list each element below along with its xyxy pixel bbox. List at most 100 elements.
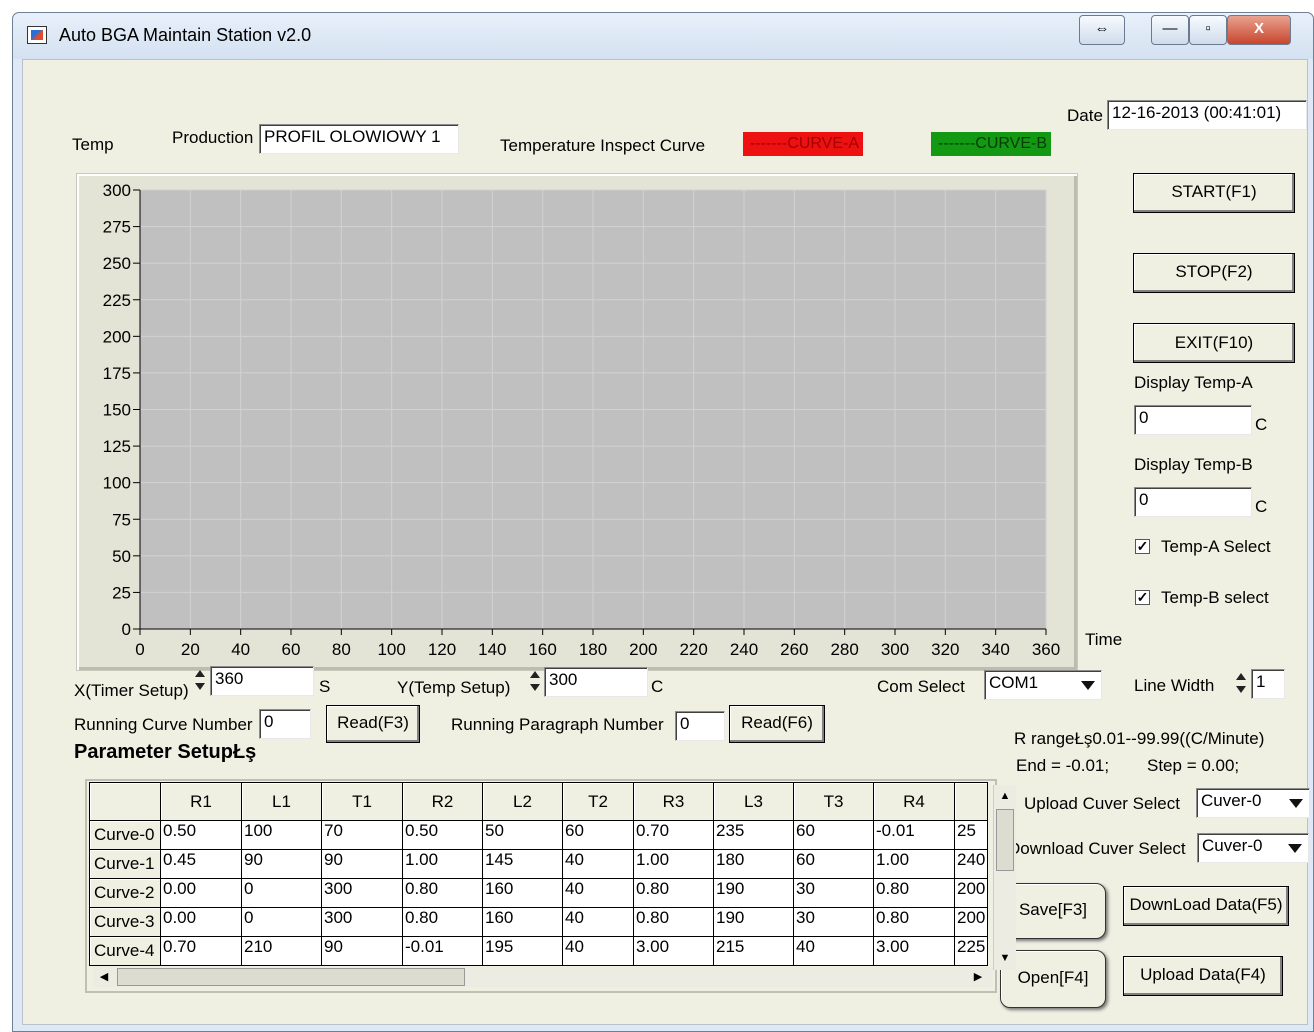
close-button[interactable]: X xyxy=(1227,15,1291,45)
scroll-left-icon[interactable]: ◀ xyxy=(95,968,113,986)
upload-select-dropdown[interactable]: Cuver-0 xyxy=(1196,788,1310,818)
chevron-down-icon[interactable] xyxy=(1077,673,1099,697)
grid-cell[interactable]: 25 xyxy=(953,820,989,850)
grid-cell[interactable]: 90 xyxy=(241,849,322,879)
scroll-up-icon[interactable]: ▲ xyxy=(996,787,1014,805)
grid-vertical-scrollbar[interactable]: ▲ ▼ xyxy=(993,785,1016,970)
grid-cell[interactable]: 1.00 xyxy=(873,849,955,879)
x-timer-field[interactable]: 360 xyxy=(210,666,314,696)
x-timer-spin-icon[interactable] xyxy=(194,666,207,696)
grid-cell[interactable]: 60 xyxy=(793,820,874,850)
horizontal-scroll-thumb[interactable] xyxy=(117,968,465,986)
upload-data-button[interactable]: Upload Data(F4) xyxy=(1123,956,1283,996)
grid-cell[interactable]: 0.80 xyxy=(402,907,483,937)
maximize-button[interactable]: ▫ xyxy=(1189,15,1227,45)
grid-cell[interactable]: 160 xyxy=(482,878,563,908)
minimize-button[interactable]: — xyxy=(1151,15,1189,45)
grid-cell[interactable]: 30 xyxy=(793,907,874,937)
grid-cell[interactable]: 0.00 xyxy=(160,907,242,937)
running-curve-field[interactable]: 0 xyxy=(259,709,311,739)
grid-cell[interactable]: 0.80 xyxy=(873,878,955,908)
grid-cell[interactable]: 0.70 xyxy=(633,820,714,850)
read-f6-button[interactable]: Read(F6) xyxy=(729,705,825,743)
line-width-spin-icon[interactable] xyxy=(1235,669,1248,699)
scroll-down-icon[interactable]: ▼ xyxy=(996,949,1014,967)
grid-cell[interactable]: 40 xyxy=(562,907,634,937)
grid-cell[interactable]: 0 xyxy=(241,878,322,908)
chevron-down-icon[interactable] xyxy=(1285,791,1307,815)
grid-cell[interactable]: 0.80 xyxy=(633,878,714,908)
grid-cell[interactable]: 40 xyxy=(562,849,634,879)
grid-cell[interactable]: 40 xyxy=(793,936,874,966)
grid-cell[interactable]: -0.01 xyxy=(402,936,483,966)
grid-cell[interactable]: 3.00 xyxy=(873,936,955,966)
read-f3-button[interactable]: Read(F3) xyxy=(326,705,420,743)
y-temp-spin-icon[interactable] xyxy=(529,667,542,697)
grid-cell[interactable]: 100 xyxy=(241,820,322,850)
date-field[interactable]: 12-16-2013 (00:41:01) xyxy=(1107,100,1307,130)
line-width-field[interactable]: 1 xyxy=(1251,669,1285,699)
grid-cell[interactable]: 50 xyxy=(482,820,563,850)
grid-cell[interactable]: 200 xyxy=(953,907,989,937)
y-temp-field[interactable]: 300 xyxy=(544,667,648,697)
grid-column-header: T3 xyxy=(793,782,874,821)
download-data-button[interactable]: DownLoad Data(F5) xyxy=(1123,886,1289,926)
grid-cell[interactable]: 195 xyxy=(482,936,563,966)
row-header: Curve-4 xyxy=(89,936,161,966)
grid-cell[interactable]: 60 xyxy=(562,820,634,850)
start-button[interactable]: START(F1) xyxy=(1133,173,1295,213)
grid-cell[interactable]: 215 xyxy=(713,936,794,966)
scroll-right-icon[interactable]: ▶ xyxy=(969,968,987,986)
grid-cell[interactable]: 0.50 xyxy=(160,820,242,850)
grid-cell[interactable]: 90 xyxy=(321,849,403,879)
grid-cell[interactable]: 145 xyxy=(482,849,563,879)
grid-cell[interactable]: 235 xyxy=(713,820,794,850)
grid-cell[interactable]: 0.00 xyxy=(160,878,242,908)
grid-cell[interactable]: 3.00 xyxy=(633,936,714,966)
running-paragraph-field[interactable]: 0 xyxy=(675,711,725,741)
y-tick-label: 25 xyxy=(112,583,131,602)
grid-cell[interactable]: 180 xyxy=(713,849,794,879)
grid-cell[interactable]: 1.00 xyxy=(402,849,483,879)
grid-cell[interactable]: 0.80 xyxy=(402,878,483,908)
grid-cell[interactable]: 1.00 xyxy=(633,849,714,879)
grid-cell[interactable]: 40 xyxy=(562,878,634,908)
grid-cell[interactable]: 0 xyxy=(241,907,322,937)
display-temp-a-field[interactable]: 0 xyxy=(1134,405,1252,435)
grid-cell[interactable]: 190 xyxy=(713,878,794,908)
grid-cell[interactable]: 210 xyxy=(241,936,322,966)
grid-cell[interactable]: 40 xyxy=(562,936,634,966)
stop-button[interactable]: STOP(F2) xyxy=(1133,253,1295,293)
vertical-scroll-thumb[interactable] xyxy=(996,809,1014,871)
grid-cell[interactable]: 30 xyxy=(793,878,874,908)
chevron-down-icon[interactable] xyxy=(1284,836,1306,860)
com-select-dropdown[interactable]: COM1 xyxy=(984,670,1102,700)
grid-cell[interactable]: 200 xyxy=(953,878,989,908)
grid-cell[interactable]: 300 xyxy=(321,878,403,908)
grid-cell[interactable]: 0.80 xyxy=(873,907,955,937)
production-field[interactable]: PROFIL OLOWIOWY 1 xyxy=(259,124,459,154)
grid-horizontal-scrollbar[interactable]: ◀ ▶ xyxy=(93,967,993,987)
grid-cell[interactable]: 0.45 xyxy=(160,849,242,879)
grid-cell[interactable]: 225 xyxy=(953,936,989,966)
grid-cell[interactable]: 0.50 xyxy=(402,820,483,850)
line-width-label: Line Width xyxy=(1134,676,1215,695)
grid-cell[interactable]: 160 xyxy=(482,907,563,937)
temp-b-checkbox[interactable]: ✓ xyxy=(1135,590,1150,605)
grid-cell[interactable]: 0.80 xyxy=(633,907,714,937)
grid-cell[interactable]: 300 xyxy=(321,907,403,937)
grid-cell[interactable]: -0.01 xyxy=(873,820,955,850)
grid-cell[interactable]: 60 xyxy=(793,849,874,879)
title-bar[interactable]: Auto BGA Maintain Station v2.0 ⇔ — ▫ X xyxy=(13,13,1313,59)
temp-a-checkbox[interactable]: ✓ xyxy=(1135,539,1150,554)
grid-cell[interactable]: 240 xyxy=(953,849,989,879)
exit-button[interactable]: EXIT(F10) xyxy=(1133,323,1295,363)
download-select-dropdown[interactable]: Cuver-0 xyxy=(1197,833,1309,863)
table-row: Curve-2 0.00 0 300 0.80 160 40 0.80 190 30 0.80 200 xyxy=(89,878,989,908)
grid-cell[interactable]: 70 xyxy=(321,820,403,850)
grid-cell[interactable]: 0.70 xyxy=(160,936,242,966)
grid-cell[interactable]: 190 xyxy=(713,907,794,937)
display-temp-b-field[interactable]: 0 xyxy=(1134,487,1252,517)
swap-icon[interactable]: ⇔ xyxy=(1079,15,1125,45)
grid-cell[interactable]: 90 xyxy=(321,936,403,966)
